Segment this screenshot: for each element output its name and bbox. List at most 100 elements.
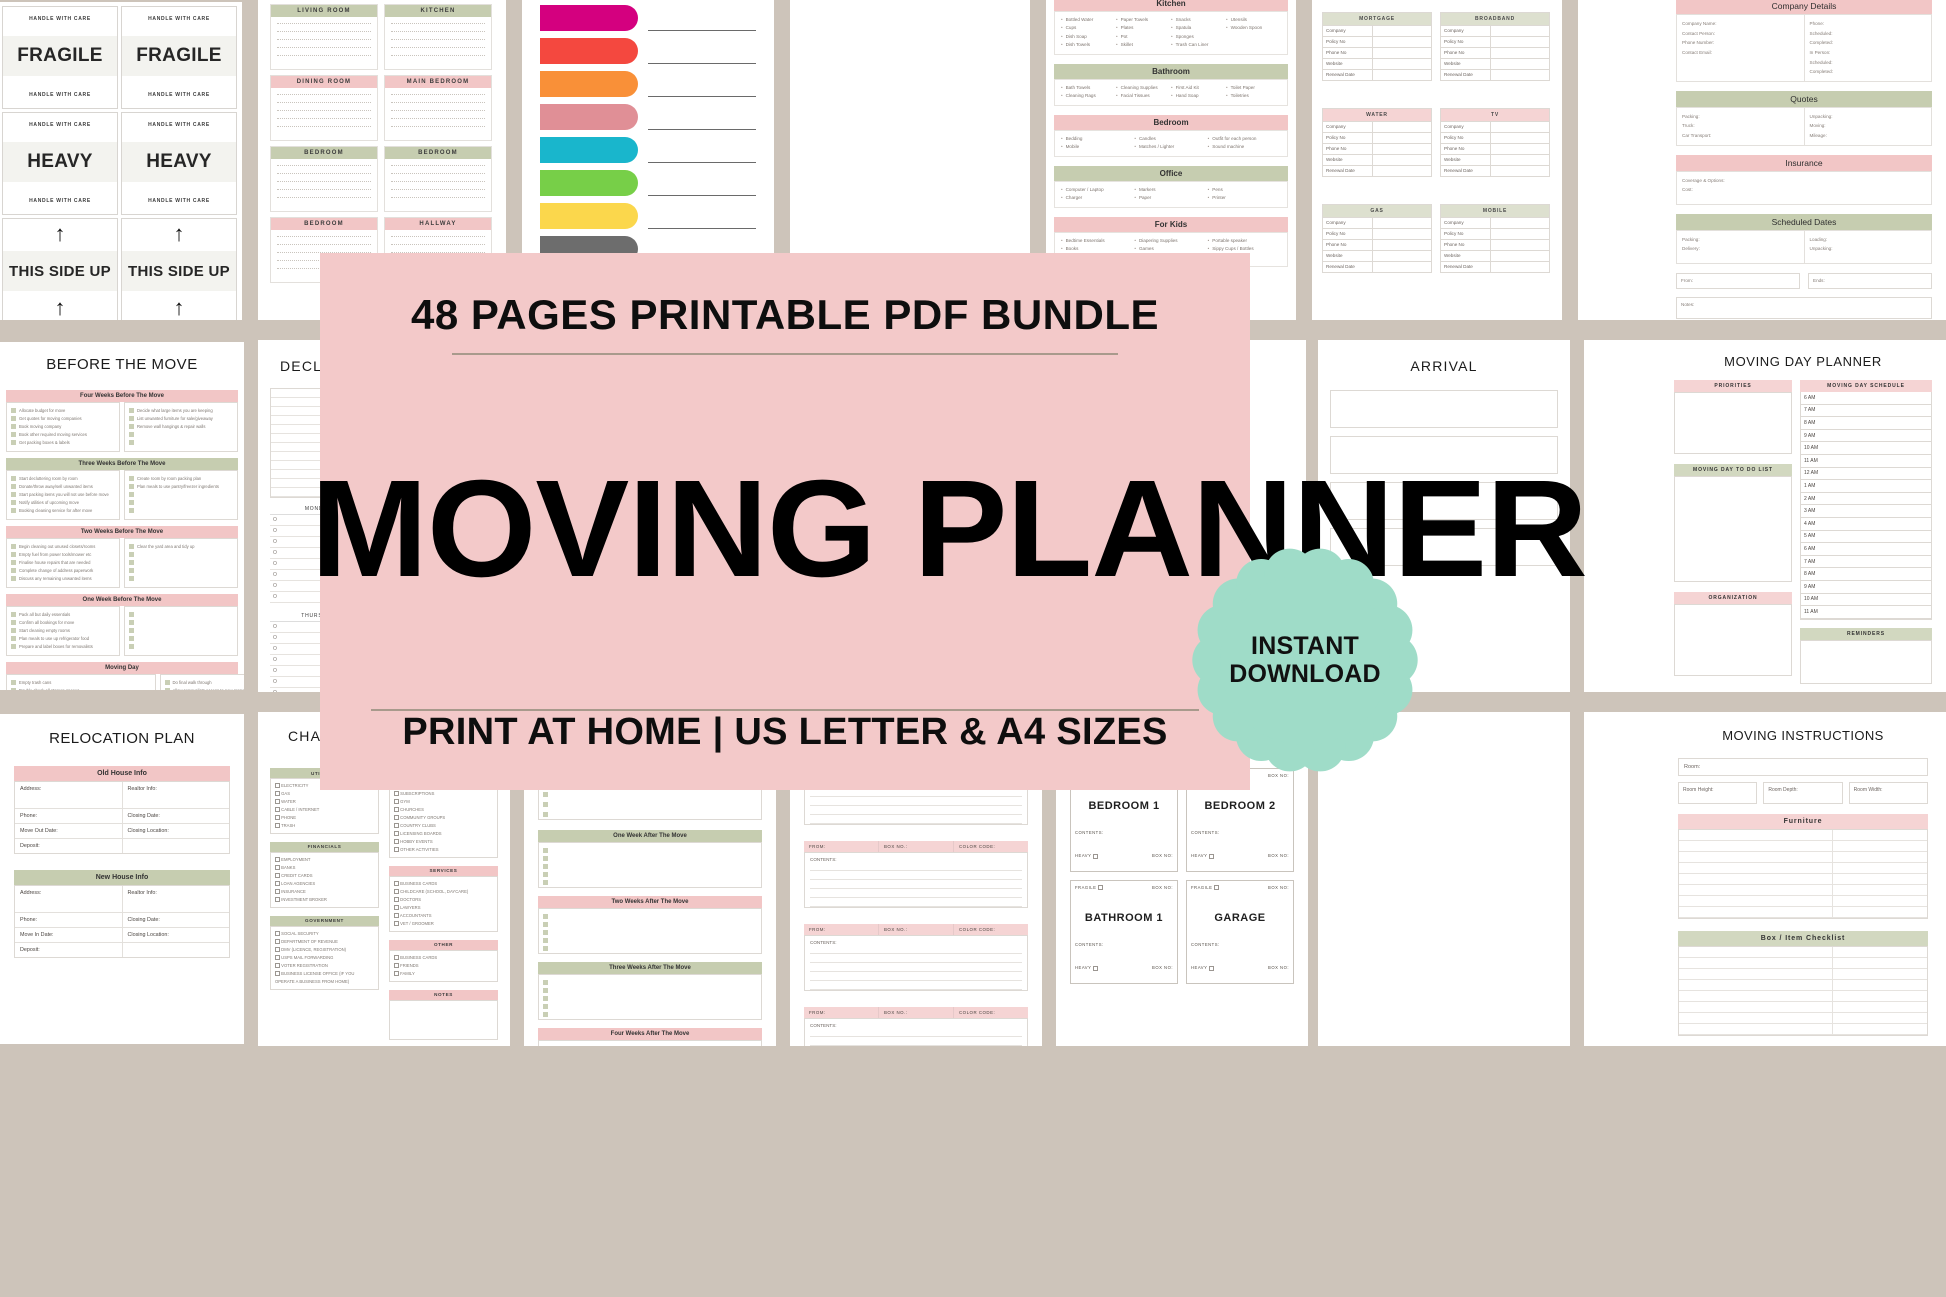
- checkbox-icon[interactable]: [129, 576, 134, 582]
- btm-checklist-item[interactable]: List unwanted furniture for sale/giveawa…: [129, 415, 233, 423]
- coa-item[interactable]: FAMILY: [394, 970, 493, 978]
- schedule-row[interactable]: 12 AM: [1801, 468, 1931, 481]
- checkbox-icon[interactable]: [129, 508, 134, 514]
- btm-checklist-item[interactable]: [129, 507, 233, 515]
- coa-item[interactable]: FRIENDS: [394, 962, 493, 970]
- mi-cell[interactable]: [1833, 863, 1927, 873]
- mi-cell[interactable]: [1679, 874, 1833, 884]
- reloc-cell[interactable]: Closing Date:: [123, 809, 230, 823]
- mi-dimension-field[interactable]: Room Width:: [1848, 782, 1928, 804]
- essentials-item[interactable]: Bedtime Essentials: [1061, 237, 1134, 245]
- mi-cell[interactable]: [1679, 969, 1833, 979]
- coa-item[interactable]: INVESTMENT BROKER: [275, 896, 374, 904]
- box-contents-field[interactable]: BOX NO.:: [879, 1007, 954, 1018]
- utility-field-value[interactable]: [1491, 122, 1549, 132]
- essentials-item[interactable]: Utensils: [1226, 16, 1281, 24]
- schedule-row[interactable]: 8 AM: [1801, 568, 1931, 581]
- coa-item[interactable]: GAS: [275, 790, 374, 798]
- company-field[interactable]: Delivery:: [1682, 244, 1799, 254]
- essentials-item[interactable]: Cleaning Supplies: [1116, 84, 1171, 92]
- checkbox-icon[interactable]: [11, 424, 16, 430]
- utility-field-value[interactable]: [1491, 59, 1549, 69]
- coa-item[interactable]: INSURANCE: [275, 888, 374, 896]
- atm-row[interactable]: [539, 1010, 761, 1018]
- checkbox-icon[interactable]: [11, 500, 16, 506]
- box-room-label-card[interactable]: FRAGILE BOX NO: GARAGE CONTENTS: HEAVY BOX …: [1186, 880, 1294, 984]
- mi-cell[interactable]: [1833, 907, 1927, 917]
- atm-row[interactable]: [539, 789, 761, 799]
- company-field[interactable]: Coverage & Options:: [1682, 176, 1926, 186]
- btm-checklist-item[interactable]: [129, 575, 233, 583]
- atm-row[interactable]: [539, 1044, 761, 1046]
- reloc-cell[interactable]: Realtor Info:: [123, 782, 230, 808]
- box-contents-line[interactable]: [810, 871, 1022, 880]
- atm-section-box[interactable]: [538, 1040, 762, 1046]
- reloc-cell[interactable]: Move Out Date:: [15, 824, 123, 838]
- company-field[interactable]: Loading:: [1810, 235, 1927, 245]
- btm-checklist-item[interactable]: Discuss any remaining unwanted items: [11, 575, 115, 583]
- checkbox-icon[interactable]: [11, 560, 16, 566]
- colour-swatch[interactable]: [540, 71, 638, 97]
- reloc-cell[interactable]: [123, 839, 230, 853]
- checkbox-icon[interactable]: [129, 628, 134, 634]
- box-contents-field[interactable]: BOX NO.:: [879, 841, 954, 852]
- fragile-checkbox-row[interactable]: FRAGILE: [1191, 885, 1220, 891]
- mi-checklist-table[interactable]: [1678, 946, 1928, 1036]
- company-field[interactable]: Mileage:: [1810, 131, 1927, 141]
- box-contents-body[interactable]: CONTENTS:: [804, 1018, 1028, 1046]
- box-contents-line[interactable]: [810, 806, 1022, 815]
- coa-item[interactable]: ACCOUNTANTS: [394, 912, 493, 920]
- coa-item[interactable]: BUSINESS CARDS: [394, 954, 493, 962]
- btm-checklist-item[interactable]: [129, 491, 233, 499]
- utility-field-value[interactable]: [1491, 26, 1549, 36]
- checkbox-icon[interactable]: [11, 576, 16, 582]
- btm-checklist-item[interactable]: Remove wall hangings & repair walls: [129, 423, 233, 431]
- btm-checklist-item[interactable]: Allocate budget for move: [11, 407, 115, 415]
- essentials-item[interactable]: Plates: [1116, 24, 1171, 32]
- box-no-label[interactable]: BOX NO:: [1268, 965, 1289, 970]
- mi-furniture-row[interactable]: [1679, 841, 1927, 852]
- checkbox-icon[interactable]: [129, 544, 134, 550]
- coa-item[interactable]: DOCTORS: [394, 896, 493, 904]
- box-contents-line[interactable]: [810, 981, 1022, 990]
- btm-checklist-item[interactable]: Get quotes for moving companies: [11, 415, 115, 423]
- btm-checklist-item[interactable]: Booking cleaning service for after move: [11, 507, 115, 515]
- essentials-item[interactable]: Skillet: [1116, 41, 1171, 49]
- reloc-table[interactable]: Address: Realtor Info: Phone: Closing Date:…: [14, 885, 230, 958]
- btm-checklist-item[interactable]: Start decluttering room by room: [11, 475, 115, 483]
- btm-checklist-item[interactable]: Empty trash cans: [11, 679, 151, 687]
- colour-swatch[interactable]: [540, 137, 638, 163]
- checkbox-icon[interactable]: [1098, 885, 1104, 891]
- schedule-row[interactable]: 5 AM: [1801, 531, 1931, 544]
- btm-checklist-item[interactable]: [129, 567, 233, 575]
- box-contents-line[interactable]: [810, 945, 1022, 954]
- company-field[interactable]: In Person:: [1810, 48, 1927, 58]
- essentials-item[interactable]: Toilet Paper: [1226, 84, 1281, 92]
- utility-field-value[interactable]: [1373, 122, 1431, 132]
- atm-row[interactable]: [539, 854, 761, 862]
- checkbox-icon[interactable]: [129, 552, 134, 558]
- checkbox-icon[interactable]: [11, 620, 16, 626]
- utility-field-value[interactable]: [1491, 133, 1549, 143]
- utility-table[interactable]: TV Company Policy No Phone No Website Renewal…: [1440, 108, 1550, 177]
- box-contents-body[interactable]: CONTENTS:: [804, 852, 1028, 908]
- company-field[interactable]: Moving:: [1810, 121, 1927, 131]
- mi-cell[interactable]: [1679, 947, 1833, 957]
- reloc-cell[interactable]: Closing Location:: [123, 824, 230, 838]
- coa-item[interactable]: SUBSCRIPTIONS: [394, 790, 493, 798]
- btm-checklist-item[interactable]: Notify utilities of upcoming move: [11, 499, 115, 507]
- atm-section-box[interactable]: [538, 842, 762, 888]
- utility-table[interactable]: WATER Company Policy No Phone No Website Rene…: [1322, 108, 1432, 177]
- utility-field-value[interactable]: [1373, 133, 1431, 143]
- box-contents-field[interactable]: BOX NO.:: [879, 924, 954, 935]
- coa-item[interactable]: PHONE: [275, 814, 374, 822]
- checkbox-icon[interactable]: [11, 508, 16, 514]
- btm-checklist-item[interactable]: Plan meals to use pantry/freezer ingredi…: [129, 483, 233, 491]
- coa-item[interactable]: COUNTRY CLUBS: [394, 822, 493, 830]
- coa-item[interactable]: WATER: [275, 798, 374, 806]
- box-no-label[interactable]: BOX NO:: [1152, 885, 1173, 890]
- btm-checklist-item[interactable]: [129, 643, 233, 651]
- checkbox-icon[interactable]: [11, 636, 16, 642]
- mi-cell[interactable]: [1833, 947, 1927, 957]
- checkbox-icon[interactable]: [11, 628, 16, 634]
